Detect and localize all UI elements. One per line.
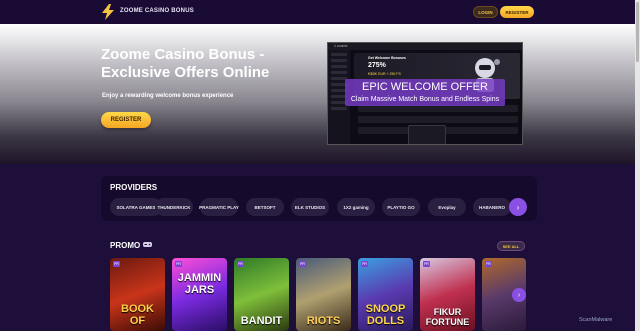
- game-card[interactable]: PR FIKUR FORTUNE: [420, 258, 475, 331]
- promo-next-button[interactable]: ›: [512, 288, 526, 302]
- providers-heading: PROVIDERS: [110, 183, 158, 192]
- offer-subtitle: Claim Massive Match Bonus and Endless Sp…: [350, 96, 500, 103]
- hero-section: [0, 24, 640, 164]
- game-card[interactable]: PR BOOK OF: [110, 258, 165, 331]
- provider-playtio[interactable]: PLAYTIO GO: [382, 198, 420, 216]
- top-navbar: [0, 0, 640, 24]
- provider-evoplay[interactable]: Evoplay: [428, 198, 466, 216]
- screenshot-banner-line1: Get Welcome Bonuses: [368, 56, 406, 60]
- game-title: SNOOP DOLLS: [365, 303, 406, 327]
- screenshot-banner-line3: €/$5K EUR + 250 FS: [368, 72, 401, 76]
- lightning-logo-icon[interactable]: [101, 4, 115, 20]
- game-card[interactable]: PR JAMMIN JARS: [172, 258, 227, 331]
- game-title: BANDIT: [240, 315, 283, 327]
- provider-pragmatic[interactable]: PRAGMATIC PLAY: [199, 198, 239, 216]
- game-title: FIKUR FORTUNE: [425, 307, 470, 327]
- screenshot-banner-line2: 275%: [368, 62, 386, 69]
- game-title: JAMMIN JARS: [177, 272, 222, 296]
- provider-1x2[interactable]: 1X2 gaming: [337, 198, 375, 216]
- screenshot-modal: [408, 125, 446, 144]
- game-tag: PR: [423, 261, 430, 267]
- game-card[interactable]: PR BANDIT: [234, 258, 289, 331]
- provider-elk[interactable]: ELK STUDIOS: [291, 198, 329, 216]
- game-tag: PR: [485, 261, 492, 267]
- game-tag: PR: [299, 261, 306, 267]
- hero-title: Zoome Casino Bonus - Exclusive Offers On…: [101, 46, 270, 81]
- hero-register-button[interactable]: REGISTER: [101, 112, 151, 128]
- see-all-button[interactable]: SEE ALL: [497, 241, 525, 251]
- game-tag: PR: [175, 261, 182, 267]
- provider-habanero[interactable]: HABANERO: [473, 198, 511, 216]
- game-tag: PR: [237, 261, 244, 267]
- game-title: RIOTS: [306, 315, 341, 327]
- providers-next-button[interactable]: ›: [509, 198, 527, 216]
- screenshot-brand: 1 zoome: [334, 44, 348, 48]
- game-tag: PR: [361, 261, 368, 267]
- offer-title: EPIC WELCOME OFFER: [362, 81, 488, 93]
- scanmalware-watermark: ScanMalware: [579, 317, 613, 323]
- game-title: BOOK OF: [121, 303, 154, 327]
- provider-thunderkick[interactable]: THUNDERKICK: [155, 198, 193, 216]
- game-tag: PR: [113, 261, 120, 267]
- gamepad-icon: [143, 242, 152, 247]
- game-card[interactable]: PR RIOTS: [296, 258, 351, 331]
- scrollbar-thumb[interactable]: [636, 2, 639, 62]
- hero-subtitle: Enjoy a rewarding welcome bonus experien…: [102, 93, 234, 99]
- provider-betsoft[interactable]: BETSOFT: [246, 198, 284, 216]
- promo-heading: PROMO: [110, 241, 141, 250]
- brand-name[interactable]: ZOOME CASINO BONUS: [120, 8, 194, 14]
- login-button[interactable]: LOGIN: [473, 6, 498, 18]
- screenshot-topbar: 1 zoome: [328, 43, 522, 50]
- game-card[interactable]: PR SNOOP DOLLS: [358, 258, 413, 331]
- register-button-header[interactable]: REGISTER: [500, 6, 534, 18]
